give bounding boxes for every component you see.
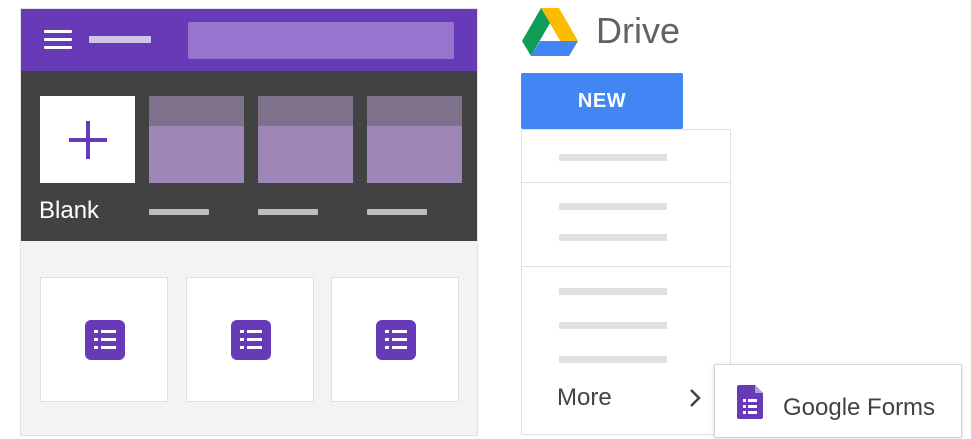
form-doc-icon: [85, 320, 125, 360]
menu-item-placeholder[interactable]: [559, 203, 667, 210]
recent-form-card[interactable]: [40, 277, 168, 402]
google-forms-label: Google Forms: [783, 394, 936, 421]
form-doc-icon: [231, 320, 271, 360]
forms-home-panel: Blank: [20, 8, 478, 436]
form-doc-icon: [376, 320, 416, 360]
forms-top-bar: [21, 9, 477, 71]
template-caption-placeholder: [258, 209, 318, 215]
blank-form-label: Blank: [39, 197, 100, 224]
menu-item-placeholder[interactable]: [559, 154, 667, 161]
new-dropdown-menu: More: [521, 129, 731, 435]
hamburger-menu-icon[interactable]: [44, 30, 72, 50]
template-caption-placeholder: [367, 209, 427, 215]
menu-divider: [522, 266, 730, 267]
template-tile[interactable]: [258, 96, 353, 183]
more-submenu-google-forms[interactable]: Google Forms: [714, 364, 962, 438]
menu-divider: [522, 182, 730, 183]
plus-icon: [69, 121, 107, 159]
menu-item-placeholder[interactable]: [559, 356, 667, 363]
google-drive-logo-icon: [522, 8, 578, 56]
menu-item-placeholder[interactable]: [559, 234, 667, 241]
google-forms-icon: [737, 385, 763, 419]
search-bar[interactable]: [188, 22, 454, 59]
drive-title: Drive: [596, 10, 681, 51]
blank-form-tile[interactable]: [40, 96, 135, 183]
template-caption-placeholder: [149, 209, 209, 215]
recent-form-card[interactable]: [186, 277, 314, 402]
chevron-right-icon: [690, 389, 701, 407]
template-tile[interactable]: [149, 96, 244, 183]
template-gallery: Blank: [21, 71, 477, 241]
new-button[interactable]: NEW: [521, 73, 683, 129]
template-tile[interactable]: [367, 96, 462, 183]
recent-form-card[interactable]: [331, 277, 459, 402]
more-label: More: [557, 384, 612, 411]
menu-item-placeholder[interactable]: [559, 288, 667, 295]
menu-item-placeholder[interactable]: [559, 322, 667, 329]
app-title-placeholder: [89, 36, 151, 43]
menu-item-more[interactable]: More: [522, 368, 730, 426]
